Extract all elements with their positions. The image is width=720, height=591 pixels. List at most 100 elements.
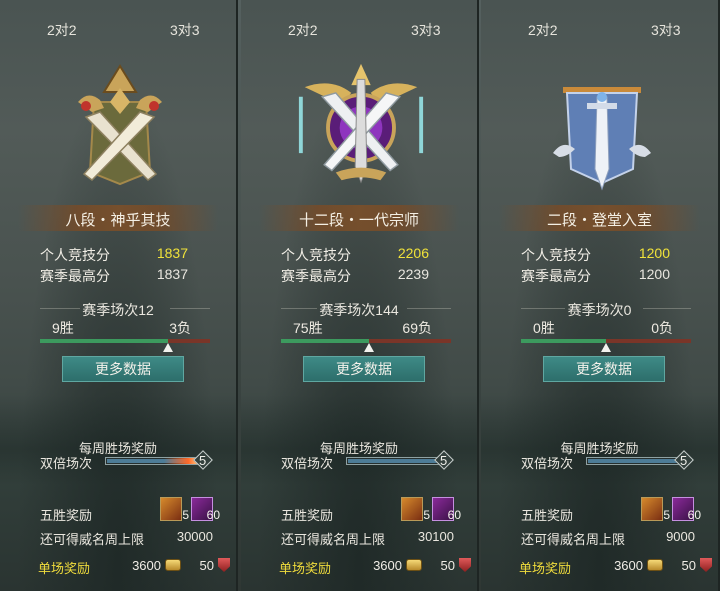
chest-reward-icon[interactable]: 5 <box>401 497 430 522</box>
five-win-label: 五胜奖励 <box>281 508 334 523</box>
more-data-button[interactable]: 更多数据 <box>62 356 184 382</box>
fame-cap-label: 还可得威名周上限 <box>281 532 386 547</box>
rank-title: 八段・神乎其技 <box>65 212 171 229</box>
win-fill <box>281 339 370 343</box>
scroll-reward-icon[interactable]: 60 <box>432 497 461 522</box>
win-fill <box>521 339 606 343</box>
single-reward-label: 单场奖励 <box>279 561 332 576</box>
five-win-label: 五胜奖励 <box>40 508 93 523</box>
chest-reward-icon[interactable]: 5 <box>641 497 670 522</box>
chest-count: 5 <box>423 508 430 522</box>
chest-reward-icon[interactable]: 5 <box>160 497 189 522</box>
coin-icon <box>165 559 181 571</box>
wins-count: 75胜 <box>293 320 323 336</box>
win-ratio-marker-icon <box>162 343 173 352</box>
crossed-swords-gold-emblem-icon <box>78 64 162 186</box>
coin-value: 3600 <box>614 558 643 573</box>
shield-icon <box>459 558 471 572</box>
double-matches-bar <box>586 457 681 465</box>
sword-banner-blue-emblem-icon <box>553 87 651 191</box>
season-high-label: 赛季最高分 <box>40 268 110 284</box>
season-high-label: 赛季最高分 <box>281 268 351 284</box>
rank-panel-2: 2对2 3对3 十二段・一代宗师 个人竞技分 2206 赛季最高分 2239 赛… <box>241 0 479 591</box>
five-win-label: 五胜奖励 <box>521 508 574 523</box>
win-ratio-marker-icon <box>601 343 611 352</box>
mode-tabs: 2对2 3对3 <box>481 20 718 42</box>
rank-panel-3: 2对2 3对3 二段・登堂入室 个人竞技分 1200 赛季最高分 1200 赛季… <box>481 0 720 591</box>
single-reward-label: 单场奖励 <box>519 561 572 576</box>
rep-value: 50 <box>199 558 214 573</box>
rep-value: 50 <box>681 558 696 573</box>
chest-count: 5 <box>663 508 670 522</box>
scroll-reward-icon[interactable]: 60 <box>672 497 701 522</box>
wins-count: 9胜 <box>52 320 74 336</box>
double-count: 5 <box>440 453 448 468</box>
scroll-count: 60 <box>206 508 220 522</box>
personal-score-value: 2206 <box>397 245 429 261</box>
rank-title: 二段・登堂入室 <box>546 212 652 229</box>
season-high-row: 赛季最高分 1837 <box>40 266 188 286</box>
rep-value: 50 <box>440 558 455 573</box>
tab-2v2[interactable]: 2对2 <box>528 20 558 40</box>
coin-value: 3600 <box>132 558 161 573</box>
shield-icon <box>700 558 712 572</box>
double-matches-bar <box>346 457 441 465</box>
losses-count: 0负 <box>651 320 673 336</box>
shield-icon <box>218 558 230 572</box>
double-fill <box>588 459 679 463</box>
personal-score-row: 个人竞技分 1200 <box>521 245 670 265</box>
wins-count: 0胜 <box>533 320 555 336</box>
personal-score-value: 1200 <box>638 245 670 261</box>
personal-score-row: 个人竞技分 1837 <box>40 245 188 265</box>
tab-2v2[interactable]: 2对2 <box>47 20 77 40</box>
mode-tabs: 2对2 3对3 <box>241 20 477 42</box>
win-fill <box>40 339 168 343</box>
win-ratio-marker-icon <box>364 343 375 352</box>
double-matches-label: 双倍场次 <box>40 456 93 471</box>
tab-3v3[interactable]: 3对3 <box>170 20 200 40</box>
rank-title: 十二段・一代宗师 <box>298 212 419 229</box>
more-data-button[interactable]: 更多数据 <box>303 356 425 382</box>
personal-score-row: 个人竞技分 2206 <box>281 245 429 265</box>
tab-3v3[interactable]: 3对3 <box>411 20 441 40</box>
season-high-value: 1200 <box>638 266 670 282</box>
arena-rank-screen: 2对2 3对3 八段・神乎其技 个人竞技分 1837 赛季最高分 1837 赛季… <box>0 0 720 591</box>
personal-score-label: 个人竞技分 <box>521 247 591 263</box>
coin-icon <box>647 559 663 571</box>
season-high-value: 2239 <box>397 266 429 282</box>
personal-score-label: 个人竞技分 <box>281 247 351 263</box>
double-fill <box>348 459 439 463</box>
fame-cap-label: 还可得威名周上限 <box>40 532 145 547</box>
double-count: 5 <box>680 453 688 468</box>
season-high-label: 赛季最高分 <box>521 268 591 284</box>
personal-score-value: 1837 <box>156 245 188 261</box>
win-loss-bar <box>40 339 210 343</box>
coin-icon <box>406 559 422 571</box>
double-count: 5 <box>199 453 207 468</box>
season-matches: 赛季场次12 <box>82 302 154 318</box>
fame-cap-value: 30100 <box>417 529 454 544</box>
scroll-count: 60 <box>687 508 701 522</box>
scroll-reward-icon[interactable]: 60 <box>191 497 220 522</box>
losses-count: 3负 <box>169 320 191 336</box>
season-matches: 赛季场次0 <box>567 302 632 318</box>
double-matches-bar <box>105 457 200 465</box>
season-high-value: 1837 <box>156 266 188 282</box>
tab-2v2[interactable]: 2对2 <box>288 20 318 40</box>
grandmaster-purple-emblem-icon <box>298 63 424 184</box>
coin-value: 3600 <box>373 558 402 573</box>
season-high-row: 赛季最高分 2239 <box>281 266 429 286</box>
scroll-count: 60 <box>447 508 461 522</box>
rank-panel-1: 2对2 3对3 八段・神乎其技 个人竞技分 1837 赛季最高分 1837 赛季… <box>0 0 238 591</box>
double-matches-label: 双倍场次 <box>521 456 574 471</box>
fame-cap-label: 还可得威名周上限 <box>521 532 626 547</box>
mode-tabs: 2对2 3对3 <box>0 20 236 42</box>
tab-3v3[interactable]: 3对3 <box>651 20 681 40</box>
season-matches: 赛季场次144 <box>319 302 399 318</box>
fame-cap-value: 9000 <box>666 529 695 544</box>
more-data-button[interactable]: 更多数据 <box>543 356 665 382</box>
losses-count: 69负 <box>402 320 432 336</box>
season-high-row: 赛季最高分 1200 <box>521 266 670 286</box>
fame-cap-value: 30000 <box>176 529 213 544</box>
single-reward-label: 单场奖励 <box>38 561 91 576</box>
